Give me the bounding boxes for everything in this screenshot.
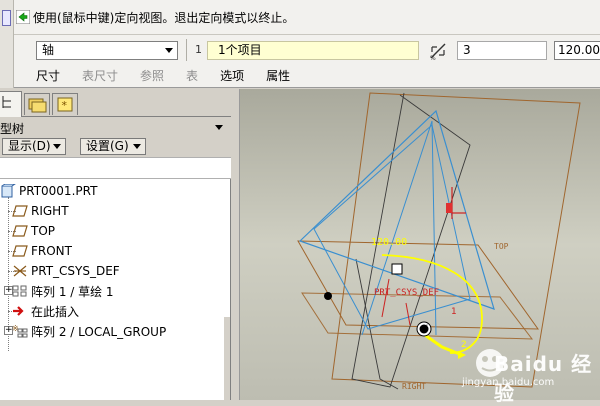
csys-axis <box>405 302 411 326</box>
datum-plane-front-outline[interactable] <box>301 292 534 340</box>
pattern-member-3[interactable] <box>361 120 437 336</box>
svg-text:*: * <box>62 99 68 112</box>
message-area: 使用(鼠标中键)定向视图。退出定向模式以终止。 <box>16 6 600 28</box>
reference-count: 1 <box>195 43 202 56</box>
axis-selection-marker-dot <box>419 324 429 334</box>
tree-item-label: RIGHT <box>31 204 69 218</box>
drag-handle[interactable] <box>391 263 403 275</box>
part-icon <box>1 184 16 198</box>
tab-dimensions[interactable]: 尺寸 <box>36 67 60 84</box>
chevron-down-icon <box>133 144 141 149</box>
model-tree-panel: * 型树 显示(D) 设置(G) PRT0001.PRT RIGHT TOP F… <box>0 89 231 400</box>
feature-dashboard: 使用(鼠标中键)定向视图。退出定向模式以终止。 轴 1 1个项目 % 3 120… <box>0 0 600 88</box>
tree-item-label: PRT0001.PRT <box>19 184 98 198</box>
tree-item-root-part[interactable]: PRT0001.PRT <box>0 181 97 201</box>
tree-item-label: 在此插入 <box>31 304 80 319</box>
dashboard-controls: 轴 1 1个项目 % 3 120.00 <box>14 34 600 64</box>
csys-axis <box>381 278 390 318</box>
vertex-point <box>426 324 428 326</box>
show-menu-button[interactable]: 显示(D) <box>2 138 66 155</box>
tab-favorites[interactable]: * <box>52 93 78 115</box>
tree-item-pattern-2[interactable]: ※ 阵列 2 / LOCAL_GROUP <box>12 321 166 341</box>
tree-item-top[interactable]: TOP <box>12 221 55 241</box>
datum-plane-right-outline[interactable] <box>331 92 581 388</box>
tab-table-dimensions[interactable]: 表尺寸 <box>82 67 118 84</box>
favorites-icon: * <box>57 97 73 112</box>
tree-item-pattern-1[interactable]: 阵列 1 / 草绘 1 <box>12 281 114 301</box>
pattern-type-value: 轴 <box>42 43 55 57</box>
pattern-angle-field[interactable]: 120.00 <box>554 41 600 60</box>
watermark-brand: Baidu <box>494 352 564 376</box>
tree-item-label: 阵列 1 / 草绘 1 <box>31 284 114 299</box>
pattern-index-label-2: 2 <box>461 340 467 350</box>
tree-item-front[interactable]: FRONT <box>12 241 72 261</box>
angle-dimension-label[interactable]: 120.00 <box>371 237 407 248</box>
flip-direction-icon[interactable]: % <box>428 41 448 61</box>
tab-model-tree[interactable] <box>0 91 22 117</box>
svg-text:%: % <box>430 55 436 61</box>
settings-menu-button[interactable]: 设置(G) <box>80 138 146 155</box>
tab-properties[interactable]: 属性 <box>266 67 290 84</box>
tree-item-label: TOP <box>31 224 56 238</box>
model-tree-toolbar: 显示(D) 设置(G) <box>0 137 231 157</box>
settings-menu-label: 设置(G) <box>86 139 129 153</box>
arrowhead <box>458 351 466 359</box>
datum-plane-icon <box>12 205 28 217</box>
datum-top-label: TOP <box>494 242 509 251</box>
dashboard-tabs: 尺寸 表尺寸 参照 表 选项 属性 <box>14 64 600 86</box>
csys-icon <box>13 265 27 277</box>
tab-table[interactable]: 表 <box>186 67 198 84</box>
vertex-point[interactable] <box>324 292 332 300</box>
pattern-group-icon: ※ <box>12 324 28 338</box>
csys-origin-marker <box>446 203 452 213</box>
tree-item-right[interactable]: RIGHT <box>12 201 69 221</box>
tree-item-label: 阵列 2 / LOCAL_GROUP <box>31 324 167 339</box>
divider <box>186 39 187 61</box>
chevron-down-icon[interactable] <box>215 125 223 130</box>
tab-options[interactable]: 选项 <box>220 67 244 84</box>
dashboard-strip-marker <box>2 10 11 26</box>
navigator-tabs: * <box>0 89 231 117</box>
watermark-url: jingyan.baidu.com <box>462 377 555 388</box>
datum-plane-top-outline[interactable] <box>297 240 539 330</box>
pattern-type-select[interactable]: 轴 <box>36 41 178 60</box>
tree-item-csys[interactable]: PRT_CSYS_DEF <box>12 261 120 281</box>
datum-plane-icon <box>12 245 28 257</box>
model-tree-icon <box>2 96 11 108</box>
dashboard-left-strip <box>0 0 14 88</box>
insert-arrow-icon <box>13 306 24 316</box>
pattern-member-2[interactable] <box>313 124 471 330</box>
green-arrow-icon <box>16 10 30 24</box>
show-menu-label: 显示(D) <box>8 139 51 153</box>
csys-label: PRT_CSYS_DEF <box>374 288 439 298</box>
pattern-icon <box>12 285 27 297</box>
tab-folder-browser[interactable] <box>24 93 50 115</box>
chevron-down-icon <box>53 144 61 149</box>
tree-item-label: FRONT <box>31 244 72 258</box>
panel-scrollbar[interactable] <box>224 317 230 400</box>
tree-item-insert-here[interactable]: 在此插入 <box>12 301 79 321</box>
tree-item-label: PRT_CSYS_DEF <box>31 264 120 278</box>
model-tree-header: 型树 <box>0 117 231 137</box>
datum-right-label: RIGHT <box>402 382 426 391</box>
chevron-down-icon <box>165 48 173 53</box>
tab-references[interactable]: 参照 <box>140 67 164 84</box>
message-text: 使用(鼠标中键)定向视图。退出定向模式以终止。 <box>33 10 295 25</box>
model-tree-title: 型树 <box>0 122 25 136</box>
feature-edge <box>351 92 471 388</box>
model-tree: PRT0001.PRT RIGHT TOP FRONT PRT_CSYS_DEF… <box>0 181 225 400</box>
pattern-index-label-1: 1 <box>451 307 457 317</box>
folder-icon <box>28 98 47 113</box>
pattern-member-count-field[interactable]: 3 <box>457 41 547 60</box>
axis-reference-collector[interactable]: 1个项目 <box>207 41 419 60</box>
datum-plane-icon <box>12 225 28 237</box>
model-tree-column-header <box>0 157 231 179</box>
